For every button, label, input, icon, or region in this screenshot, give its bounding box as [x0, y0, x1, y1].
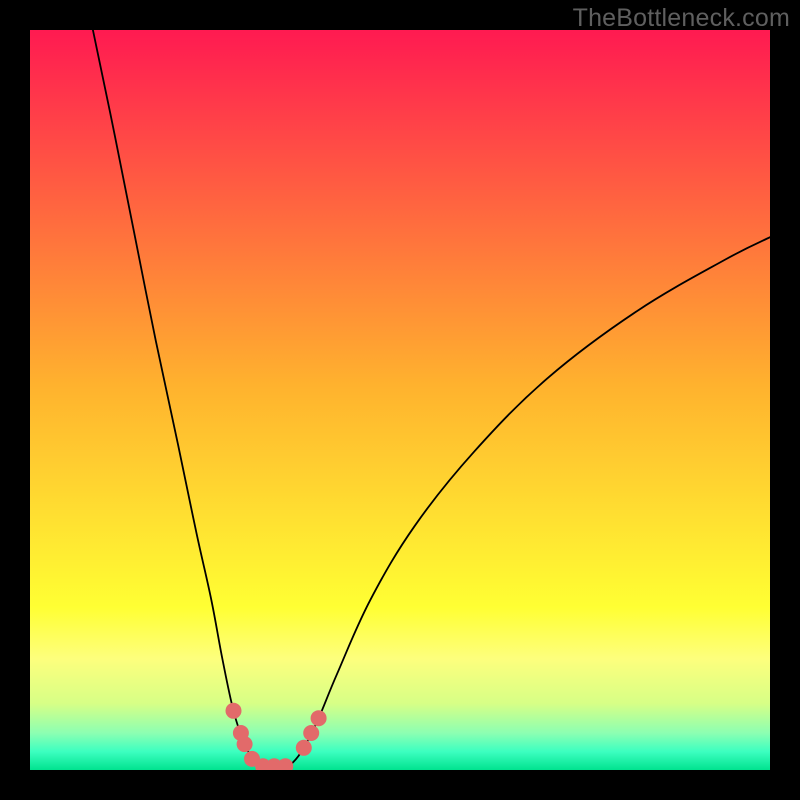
marker-dot — [237, 736, 253, 752]
watermark-text: TheBottleneck.com — [573, 4, 790, 33]
marker-dot — [296, 740, 312, 756]
marker-dot — [311, 710, 327, 726]
marker-dot — [303, 725, 319, 741]
plot-background — [30, 30, 770, 770]
marker-dot — [226, 703, 242, 719]
chart-frame: TheBottleneck.com — [0, 0, 800, 800]
bottleneck-chart — [30, 30, 770, 770]
